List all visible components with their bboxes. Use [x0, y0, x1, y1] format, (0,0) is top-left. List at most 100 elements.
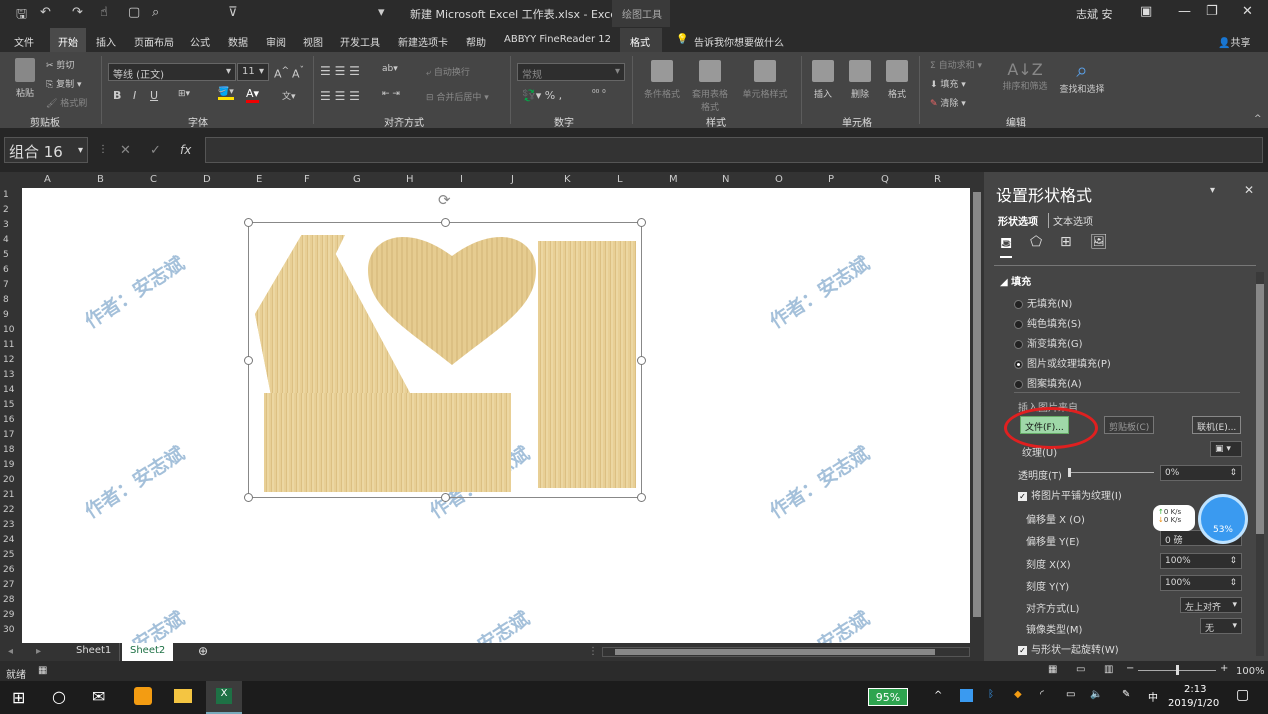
transparency-slider[interactable]: [1068, 468, 1154, 477]
pane-scroll-thumb[interactable]: [1256, 284, 1264, 534]
border-icon[interactable]: ⊞▾: [178, 89, 190, 99]
add-sheet-icon[interactable]: ⊕: [198, 644, 208, 658]
close-icon[interactable]: ✕: [1242, 4, 1253, 19]
col-header[interactable]: P: [828, 174, 834, 185]
redo-icon[interactable]: ↷: [72, 5, 83, 20]
radio-dot[interactable]: [1014, 379, 1023, 389]
row-header[interactable]: 25: [3, 550, 14, 560]
indent-icon[interactable]: ⇤ ⇥: [382, 89, 400, 99]
row-header[interactable]: 7: [3, 280, 9, 290]
row-header[interactable]: 16: [3, 415, 14, 425]
col-header[interactable]: L: [617, 174, 623, 185]
page-break-icon[interactable]: ▥: [1104, 664, 1113, 675]
currency-icon[interactable]: 💱▾ % ,: [522, 89, 562, 102]
radio-dot[interactable]: [1014, 359, 1023, 369]
row-header[interactable]: 17: [3, 430, 14, 440]
ime-indicator[interactable]: 中: [1148, 689, 1158, 704]
ribbon-options-icon[interactable]: ▣: [1140, 4, 1152, 19]
zoom-slider[interactable]: [1138, 665, 1216, 675]
clock-date[interactable]: 2019/1/20: [1168, 698, 1219, 709]
row-header[interactable]: 27: [3, 580, 14, 590]
row-header[interactable]: 29: [3, 610, 14, 620]
radio-no-fill[interactable]: 无填充(N): [1014, 295, 1072, 310]
col-header[interactable]: F: [304, 174, 310, 185]
radio-dot[interactable]: [1014, 339, 1023, 349]
vertical-scrollbar[interactable]: [970, 172, 984, 643]
tab-insert[interactable]: 插入: [96, 34, 116, 49]
col-header[interactable]: M: [669, 174, 678, 185]
underline-button[interactable]: U: [150, 89, 158, 102]
resize-handle[interactable]: [441, 493, 450, 502]
sheet-tab[interactable]: Sheet1: [68, 643, 121, 661]
resize-handle[interactable]: [637, 356, 646, 365]
grow-font-icon[interactable]: A^: [274, 65, 289, 81]
next-sheet-icon[interactable]: ▸: [36, 646, 41, 657]
pane-options-icon[interactable]: ▾: [1210, 185, 1215, 196]
tab-text-options[interactable]: 文本选项: [1048, 213, 1093, 228]
horizontal-scrollbar[interactable]: [602, 647, 970, 657]
row-header[interactable]: 30: [3, 625, 14, 635]
customize-qa-icon[interactable]: ▾: [378, 5, 385, 20]
shrink-font-icon[interactable]: Aˇ: [292, 65, 304, 81]
row-header[interactable]: 28: [3, 595, 14, 605]
battery-icon[interactable]: ▭: [1066, 689, 1075, 700]
zoom-in-icon[interactable]: +: [1220, 663, 1228, 674]
row-header[interactable]: 12: [3, 355, 14, 365]
clear-button[interactable]: ✎ 清除 ▾: [930, 96, 966, 109]
preview-icon[interactable]: ⌕: [152, 5, 159, 20]
col-header[interactable]: E: [256, 174, 262, 185]
resize-handle[interactable]: [244, 356, 253, 365]
rotate-with-shape-checkbox[interactable]: ✓ 与形状一起旋转(W): [1018, 641, 1119, 656]
fx-icon[interactable]: fx: [180, 143, 191, 157]
tab-formulas[interactable]: 公式: [190, 34, 210, 49]
fill-button[interactable]: ⬇ 填充 ▾: [930, 77, 966, 90]
font-size-select[interactable]: 11 ▾: [237, 63, 269, 81]
cell-styles-button[interactable]: 单元格样式: [738, 60, 792, 100]
file-explorer-icon[interactable]: [174, 689, 192, 703]
scale-x-input[interactable]: 100% ⇕: [1160, 553, 1242, 569]
pen-icon[interactable]: ✎: [1122, 689, 1130, 700]
col-header[interactable]: C: [150, 174, 157, 185]
tab-data[interactable]: 数据: [228, 34, 248, 49]
tab-view[interactable]: 视图: [303, 34, 323, 49]
row-header[interactable]: 19: [3, 460, 14, 470]
tab-home[interactable]: 开始: [50, 28, 86, 52]
effects-icon[interactable]: ⬠: [1030, 234, 1042, 250]
prev-sheet-icon[interactable]: ◂: [8, 646, 13, 657]
tab-format[interactable]: 格式: [620, 28, 662, 52]
bold-button[interactable]: B: [113, 89, 121, 102]
fill-color-icon[interactable]: 🪣▾: [218, 87, 234, 100]
collapse-ribbon-icon[interactable]: ^: [1254, 114, 1262, 124]
name-box[interactable]: 组合 16 ▾: [4, 137, 88, 163]
new-doc-icon[interactable]: ▢: [128, 5, 140, 20]
radio-dot[interactable]: [1014, 299, 1023, 309]
wrap-text-button[interactable]: ⤶ 自动换行: [426, 65, 470, 78]
col-header[interactable]: O: [775, 174, 783, 185]
scale-y-input[interactable]: 100% ⇕: [1160, 575, 1242, 591]
tray-fox-icon[interactable]: ◆: [1014, 689, 1022, 700]
filter-icon[interactable]: ⊽: [228, 5, 238, 20]
col-header[interactable]: G: [353, 174, 361, 185]
format-cells-button[interactable]: 格式: [882, 60, 912, 100]
worksheet-grid[interactable]: 作者：安志斌 作者：安志斌 作者：安志斌 作者：安志斌 作者：安志斌 作者：安志…: [22, 188, 970, 643]
sheet-tab-active[interactable]: Sheet2: [122, 643, 174, 661]
align-left-icon[interactable]: ☰ ☰ ☰: [320, 89, 360, 103]
orientation-icon[interactable]: ab▾: [382, 64, 398, 74]
tab-developer[interactable]: 开发工具: [340, 34, 380, 49]
resize-handle[interactable]: [244, 493, 253, 502]
phonetic-icon[interactable]: 文▾: [282, 89, 296, 102]
row-header[interactable]: 1: [3, 190, 9, 200]
row-header[interactable]: 6: [3, 265, 9, 275]
macro-record-icon[interactable]: ▦: [38, 665, 47, 676]
col-header[interactable]: Q: [881, 174, 889, 185]
conditional-format-button[interactable]: 条件格式: [640, 60, 684, 100]
row-header[interactable]: 22: [3, 505, 14, 515]
h-scroll-thumb[interactable]: [615, 649, 935, 655]
format-painter-button[interactable]: 🖌 格式刷: [46, 96, 87, 109]
assistant-orb[interactable]: 53%: [1198, 494, 1248, 544]
rotate-handle-icon[interactable]: ⟳: [438, 191, 451, 209]
row-header[interactable]: 21: [3, 490, 14, 500]
volume-icon[interactable]: 🔈: [1090, 689, 1102, 700]
clipboard-button[interactable]: 剪贴板(C): [1104, 416, 1155, 434]
maximize-icon[interactable]: ❐: [1206, 4, 1218, 19]
